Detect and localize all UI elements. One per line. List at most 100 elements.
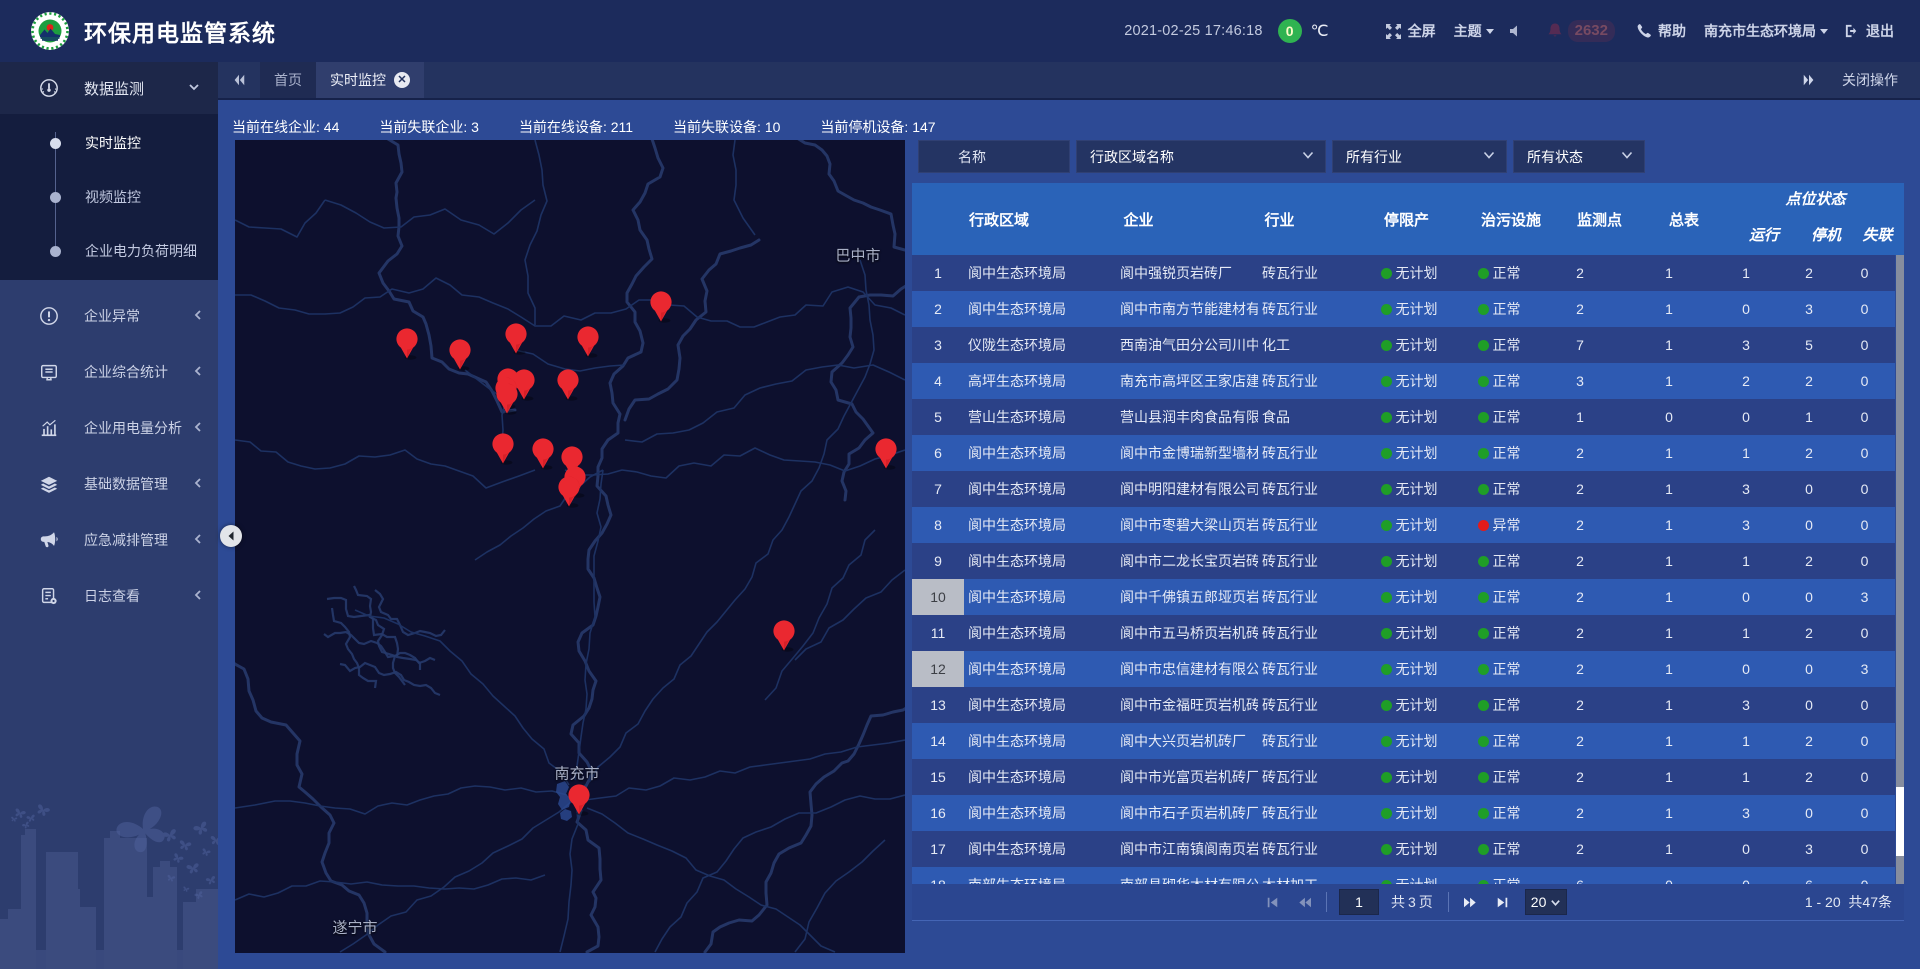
map-pin-icon[interactable] xyxy=(495,383,519,415)
first-page-button[interactable] xyxy=(1262,896,1282,909)
close-operations-button[interactable]: 关闭操作 xyxy=(1842,70,1898,90)
table-row[interactable]: 9阆中生态环境局阆中市二龙长宝页岩砖砖瓦行业无计划正常21120 xyxy=(912,543,1895,579)
sidebar-item-emergency-reduction[interactable]: 应急减排管理 xyxy=(0,512,218,568)
cell-total-meter: 1 xyxy=(1630,435,1708,471)
table-row[interactable]: 14阆中生态环境局阆中大兴页岩机砖厂砖瓦行业无计划正常21120 xyxy=(912,723,1895,759)
cell-company: 阆中市光富页岩机砖厂 xyxy=(1070,759,1258,795)
col-header-pollution-facility[interactable]: 治污设施 xyxy=(1464,183,1558,255)
page-size-select[interactable]: 20 xyxy=(1525,889,1568,915)
status-filter-select[interactable]: 所有状态 xyxy=(1513,140,1645,173)
cell-total-meter: 1 xyxy=(1630,543,1708,579)
tabs-scroll-right-button[interactable] xyxy=(1802,73,1816,87)
sidebar-item-power-load-detail[interactable]: 企业电力负荷明细 xyxy=(0,224,218,278)
map-pin-icon[interactable] xyxy=(649,291,673,323)
map-pin-icon[interactable] xyxy=(531,438,555,470)
prev-page-button[interactable] xyxy=(1294,896,1314,909)
next-page-button[interactable] xyxy=(1461,896,1481,909)
fullscreen-button[interactable]: 全屏 xyxy=(1385,21,1436,41)
sidebar-item-log-view[interactable]: 日志查看 xyxy=(0,568,218,624)
cell-monitor-points: 2 xyxy=(1530,651,1630,687)
table-row[interactable]: 5营山生态环境局营山县润丰肉食品有限食品无计划正常10010 xyxy=(912,399,1895,435)
table-body[interactable]: 1阆中生态环境局阆中强锐页岩砖厂砖瓦行业无计划正常211202阆中生态环境局阆中… xyxy=(912,255,1904,884)
status-dot-green xyxy=(1381,376,1392,387)
cell-company: 阆中千佛镇五郎垭页岩 xyxy=(1070,579,1258,615)
tab-close-icon[interactable]: ✕ xyxy=(394,72,410,88)
table-row[interactable]: 8阆中生态环境局阆中市枣碧大梁山页岩砖瓦行业无计划异常21300 xyxy=(912,507,1895,543)
logout-button[interactable]: 退出 xyxy=(1844,21,1894,41)
col-header-index[interactable] xyxy=(912,183,931,255)
col-header-total-meter[interactable]: 总表 xyxy=(1641,183,1727,255)
table-scrollbar[interactable] xyxy=(1896,255,1904,884)
col-header-stopped[interactable]: 停机 xyxy=(1801,213,1851,255)
page-number-input[interactable] xyxy=(1339,889,1379,915)
table-row[interactable]: 10阆中生态环境局阆中千佛镇五郎垭页岩砖瓦行业无计划正常21003 xyxy=(912,579,1895,615)
tab-realtime-monitor[interactable]: 实时监控 ✕ xyxy=(316,62,424,98)
sidebar-item-company-abnormal[interactable]: 企业异常 xyxy=(0,288,218,344)
theme-menu[interactable]: 主题 xyxy=(1454,21,1494,41)
col-header-industry[interactable]: 行业 xyxy=(1210,183,1349,255)
col-header-monitor-points[interactable]: 监测点 xyxy=(1558,183,1641,255)
map-city-label: 巴中市 xyxy=(835,245,880,266)
table-row[interactable]: 16阆中生态环境局阆中市石子页岩机砖厂砖瓦行业无计划正常21300 xyxy=(912,795,1895,831)
map-pin-icon[interactable] xyxy=(448,339,472,371)
tabs-scroll-left-button[interactable] xyxy=(218,62,260,98)
table-row[interactable]: 15阆中生态环境局阆中市光富页岩机砖厂砖瓦行业无计划正常21120 xyxy=(912,759,1895,795)
cell-offline: 0 xyxy=(1834,759,1895,795)
cell-total-meter: 1 xyxy=(1630,255,1708,291)
scrollbar-thumb[interactable] xyxy=(1896,787,1904,856)
cell-running: 1 xyxy=(1708,759,1784,795)
org-menu[interactable]: 南充市生态环境局 xyxy=(1704,21,1828,41)
table-row[interactable]: 12阆中生态环境局阆中市忠信建材有限公砖瓦行业无计划正常21003 xyxy=(912,651,1895,687)
help-button[interactable]: 帮助 xyxy=(1636,21,1686,41)
name-filter-input[interactable] xyxy=(918,140,1070,173)
name-filter-text[interactable] xyxy=(932,149,1059,165)
sidebar-group-data-monitor[interactable]: 数据监测 xyxy=(0,62,218,114)
table-row[interactable]: 2阆中生态环境局阆中市南方节能建材有砖瓦行业无计划正常21030 xyxy=(912,291,1895,327)
sidebar-item-video-monitor[interactable]: 视频监控 xyxy=(0,170,218,224)
cell-pollution-facility: 正常 xyxy=(1468,867,1530,884)
status-dot-green xyxy=(1381,556,1392,567)
table-row[interactable]: 13阆中生态环境局阆中市金福旺页岩机砖砖瓦行业无计划正常21300 xyxy=(912,687,1895,723)
right-panel: 行政区域名称 所有行业 所有状态 行政区域 企业 行业 xyxy=(912,140,1904,921)
table-row[interactable]: 11阆中生态环境局阆中市五马桥页岩机砖砖瓦行业无计划正常21120 xyxy=(912,615,1895,651)
sidebar-item-company-statistics[interactable]: 企业综合统计 xyxy=(0,344,218,400)
last-page-button[interactable] xyxy=(1493,896,1513,909)
map-pin-icon[interactable] xyxy=(772,620,796,652)
map-pin-icon[interactable] xyxy=(567,784,591,816)
table-row[interactable]: 4高坪生态环境局南充市高坪区王家店建砖瓦行业无计划正常31220 xyxy=(912,363,1895,399)
mute-button[interactable] xyxy=(1508,23,1524,39)
sidebar-item-power-analysis[interactable]: 企业用电量分析 xyxy=(0,400,218,456)
map-pin-icon[interactable] xyxy=(874,438,898,470)
sidebar-item-realtime-monitor[interactable]: 实时监控 xyxy=(0,116,218,170)
col-header-running[interactable]: 运行 xyxy=(1727,213,1801,255)
table-row[interactable]: 17阆中生态环境局阆中市江南镇阆南页岩砖瓦行业无计划正常21030 xyxy=(912,831,1895,867)
table-row[interactable]: 18南部生态环境局南部县砌华木材有限公木材加工无计划正常60060 xyxy=(912,867,1895,884)
table-row[interactable]: 7阆中生态环境局阆中明阳建材有限公司砖瓦行业无计划正常21300 xyxy=(912,471,1895,507)
industry-filter-select[interactable]: 所有行业 xyxy=(1332,140,1507,173)
status-dot-green xyxy=(1478,844,1489,855)
table-row[interactable]: 6阆中生态环境局阆中市金博瑞新型墙材砖瓦行业无计划正常21120 xyxy=(912,435,1895,471)
col-header-production-limit[interactable]: 停限产 xyxy=(1349,183,1464,255)
region-filter-select[interactable]: 行政区域名称 xyxy=(1076,140,1326,173)
status-dot-green xyxy=(1381,340,1392,351)
map-pin-icon[interactable] xyxy=(557,476,581,508)
map-panel[interactable]: 巴中市南充市遂宁市 xyxy=(235,140,905,953)
table-row[interactable]: 3仪陇生态环境局西南油气田分公司川中化工无计划正常71350 xyxy=(912,327,1895,363)
col-header-region[interactable]: 行政区域 xyxy=(931,183,1067,255)
cell-offline: 0 xyxy=(1834,723,1895,759)
map-pin-icon[interactable] xyxy=(395,328,419,360)
col-header-company[interactable]: 企业 xyxy=(1067,183,1210,255)
status-dot-green xyxy=(1478,376,1489,387)
map-pin-icon[interactable] xyxy=(576,326,600,358)
table-row[interactable]: 1阆中生态环境局阆中强锐页岩砖厂砖瓦行业无计划正常21120 xyxy=(912,255,1895,291)
map-pin-icon[interactable] xyxy=(504,323,528,355)
panel-collapse-button[interactable] xyxy=(220,525,242,547)
map-pin-icon[interactable] xyxy=(556,369,580,401)
cell-index: 17 xyxy=(912,831,964,867)
map-pin-icon[interactable] xyxy=(491,433,515,465)
col-header-offline[interactable]: 失联 xyxy=(1851,213,1904,255)
sidebar-item-base-data[interactable]: 基础数据管理 xyxy=(0,456,218,512)
alarm-bell[interactable]: 2632 xyxy=(1546,20,1615,42)
cell-offline: 0 xyxy=(1834,507,1895,543)
tab-home[interactable]: 首页 xyxy=(260,62,316,98)
